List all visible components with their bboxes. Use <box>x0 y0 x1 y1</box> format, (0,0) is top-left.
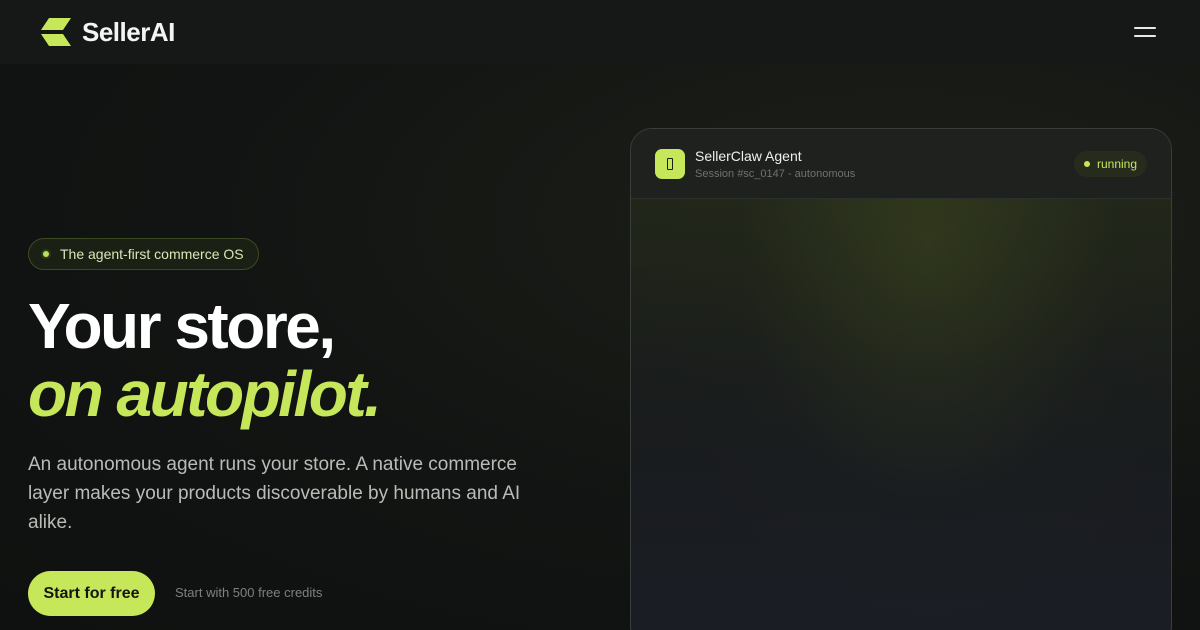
hero-headline: Your store, on autopilot. <box>28 290 382 430</box>
brand-logo[interactable]: SellerAI <box>40 17 175 48</box>
tagline-badge: The agent-first commerce OS <box>28 238 259 270</box>
agent-panel-header: SellerClaw Agent Session #sc_0147 - auto… <box>631 129 1171 199</box>
running-dot-icon <box>1083 160 1090 167</box>
hamburger-menu-icon[interactable] <box>1134 25 1156 39</box>
agent-meta: SellerClaw Agent Session #sc_0147 - auto… <box>695 148 855 180</box>
headline-line-1: Your store, <box>28 290 336 362</box>
square-outline-icon <box>655 148 685 179</box>
status-badge: running <box>1073 150 1147 177</box>
agent-session: Session #sc_0147 - autonomous <box>695 167 856 180</box>
start-free-button[interactable]: Start for free <box>28 571 155 616</box>
hero-description: An autonomous agent runs your store. A n… <box>28 454 521 533</box>
headline-line-2: on autopilot. <box>28 358 382 430</box>
tagline-text: The agent-first commerce OS <box>60 246 244 262</box>
page: SellerAI The agent-first commerce OS You… <box>0 0 1200 630</box>
status-dot-icon <box>41 249 51 259</box>
agent-name: SellerClaw Agent <box>695 147 802 164</box>
status-text: running <box>1096 156 1137 171</box>
agent-panel-body <box>631 199 1171 630</box>
free-credits-note: Start with 500 free credits <box>175 585 323 600</box>
seller-logo-icon <box>41 18 71 46</box>
top-nav: SellerAI <box>0 0 1200 64</box>
brand-name: SellerAI <box>82 16 175 47</box>
agent-panel: SellerClaw Agent Session #sc_0147 - auto… <box>630 128 1172 630</box>
